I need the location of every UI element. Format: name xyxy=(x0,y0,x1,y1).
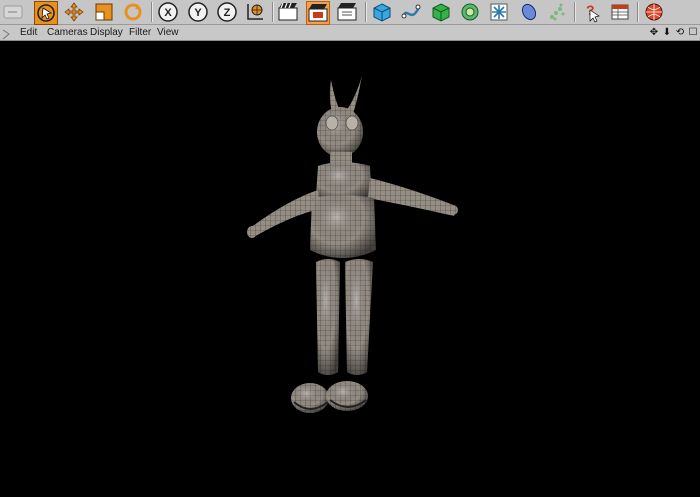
camera-icon[interactable] xyxy=(518,1,540,23)
undo-icon[interactable] xyxy=(2,1,24,23)
character-model xyxy=(247,76,458,413)
coordinate-system-icon[interactable] xyxy=(244,1,266,23)
cube-icon[interactable] xyxy=(371,1,393,23)
y-axis-label: Y xyxy=(194,7,202,19)
sphere-render-icon[interactable] xyxy=(643,1,665,23)
render-picture-viewer-icon[interactable] xyxy=(306,1,330,25)
3d-viewport[interactable] xyxy=(0,41,700,497)
menu-cameras[interactable]: Cameras xyxy=(47,26,88,39)
viewport-menu-bar: Edit Cameras Display Filter View ✥ ⬇ ⟲ ☐ xyxy=(0,25,700,41)
table-icon[interactable] xyxy=(609,1,631,23)
view-rotate-icon[interactable]: ⟲ xyxy=(674,26,686,39)
move-icon[interactable] xyxy=(63,1,85,23)
live-select-icon[interactable] xyxy=(34,1,58,25)
view-move-icon[interactable]: ✥ xyxy=(648,26,660,39)
z-axis-label: Z xyxy=(224,7,231,19)
nurbs-icon[interactable] xyxy=(430,1,452,23)
spline-icon[interactable] xyxy=(400,1,422,23)
rotate-icon[interactable] xyxy=(122,1,144,23)
render-settings-icon[interactable] xyxy=(336,1,358,23)
x-axis-label: X xyxy=(164,7,172,19)
x-axis-icon[interactable]: X xyxy=(157,1,179,23)
main-toolbar: X Y Z ? xyxy=(0,0,700,25)
menu-edit[interactable]: Edit xyxy=(20,26,37,39)
help-icon[interactable]: ? xyxy=(580,1,602,23)
scale-icon[interactable] xyxy=(93,1,115,23)
model-body xyxy=(247,76,458,413)
render-view-icon[interactable] xyxy=(277,1,299,23)
view-zoom-icon[interactable]: ⬇ xyxy=(661,26,673,39)
menu-filter[interactable]: Filter xyxy=(129,26,151,39)
grip-icon xyxy=(2,27,10,40)
z-axis-icon[interactable]: Z xyxy=(216,1,238,23)
menu-display[interactable]: Display xyxy=(90,26,123,39)
view-maximize-icon[interactable]: ☐ xyxy=(687,26,699,39)
scene-icon[interactable] xyxy=(488,1,510,23)
menu-view[interactable]: View xyxy=(157,26,179,39)
y-axis-icon[interactable]: Y xyxy=(187,1,209,23)
light-icon[interactable] xyxy=(546,1,568,23)
deformer-icon[interactable] xyxy=(459,1,481,23)
